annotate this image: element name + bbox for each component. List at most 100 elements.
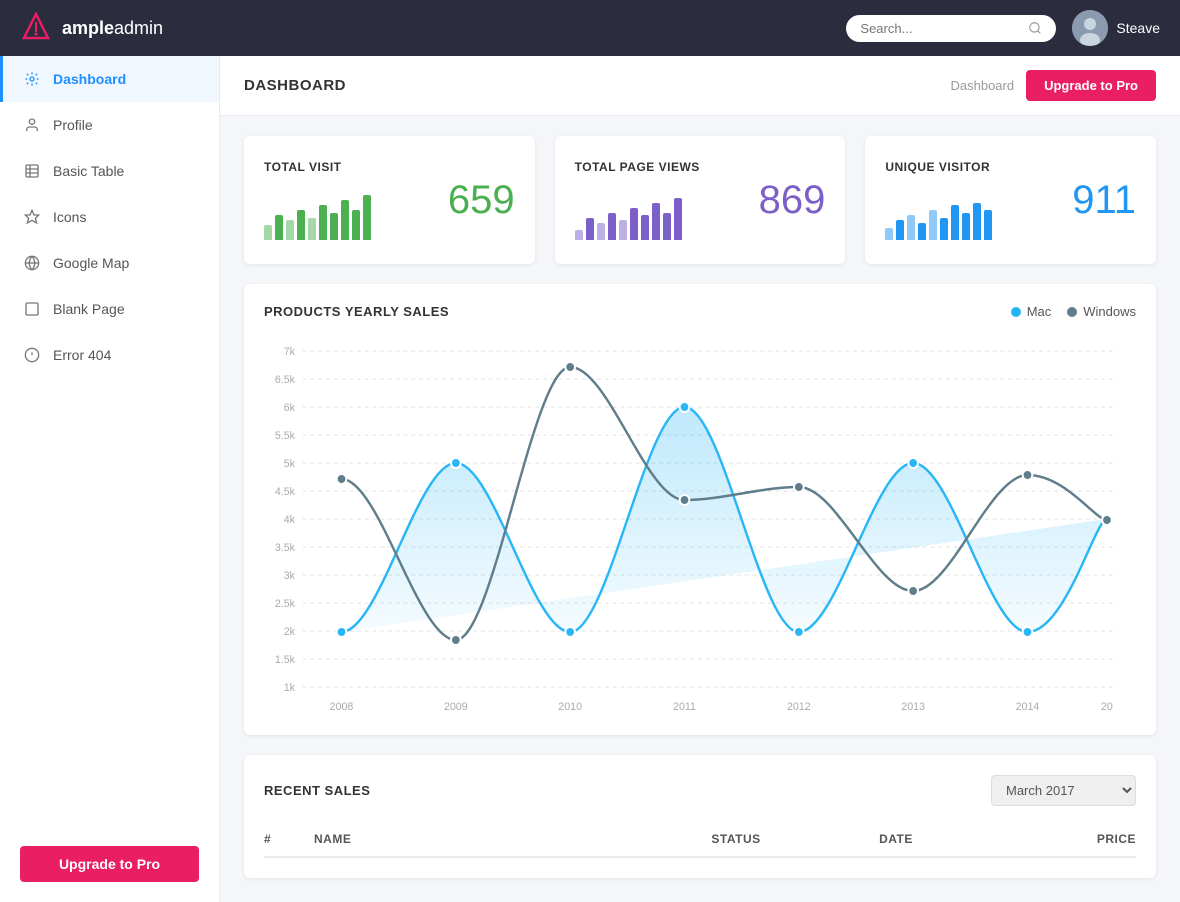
app-header: ampleadmin Steave xyxy=(0,0,1180,56)
mini-bar xyxy=(330,213,338,241)
mini-bar xyxy=(319,205,327,240)
table-icon xyxy=(23,162,41,180)
mini-bar xyxy=(608,213,616,241)
sidebar-upgrade-area: Upgrade to Pro xyxy=(0,826,219,902)
breadcrumb: Dashboard xyxy=(950,78,1014,93)
sidebar-label-profile: Profile xyxy=(53,117,93,133)
mini-bar xyxy=(586,218,594,241)
content-area: DASHBOARD Dashboard Upgrade to Pro TOTAL… xyxy=(220,56,1180,902)
breadcrumb-area: Dashboard Upgrade to Pro xyxy=(950,70,1156,101)
stat-left-visitor: UNIQUE VISITOR xyxy=(885,160,992,240)
sidebar-item-basic-table[interactable]: Basic Table xyxy=(0,148,219,194)
stat-label-visit: TOTAL VISIT xyxy=(264,160,371,174)
mini-bar xyxy=(918,223,926,241)
mini-bar xyxy=(286,220,294,240)
sidebar-item-icons[interactable]: Icons xyxy=(0,194,219,240)
stat-value-visit: 659 xyxy=(448,178,515,223)
svg-text:6.5k: 6.5k xyxy=(275,374,296,386)
page-header: DASHBOARD Dashboard Upgrade to Pro xyxy=(220,56,1180,116)
mini-bar xyxy=(984,210,992,240)
mini-bar xyxy=(341,200,349,240)
avatar xyxy=(1072,10,1108,46)
col-header-price: PRICE xyxy=(976,832,1136,846)
month-select[interactable]: January 2017 February 2017 March 2017 Ap… xyxy=(991,775,1136,806)
header-right: Steave xyxy=(846,10,1160,46)
mini-bar xyxy=(264,225,272,240)
mini-bar xyxy=(929,210,937,240)
svg-text:7k: 7k xyxy=(284,346,296,358)
col-header-date: DATE xyxy=(816,832,976,846)
sales-chart: 7k 6.5k 6k 5.5k 5k 4.5k 4k 3.5k 3k 2.5k … xyxy=(264,335,1136,715)
svg-text:1.5k: 1.5k xyxy=(275,654,296,666)
sidebar-item-profile[interactable]: Profile xyxy=(0,102,219,148)
svg-text:6k: 6k xyxy=(284,402,296,414)
map-icon xyxy=(23,254,41,272)
sidebar-item-blank-page[interactable]: Blank Page xyxy=(0,286,219,332)
stat-card-total-visit: TOTAL VISIT 659 xyxy=(244,136,535,264)
mini-bar xyxy=(575,230,583,240)
table-header: # NAME STATUS DATE PRICE xyxy=(264,822,1136,858)
col-header-name: NAME xyxy=(314,832,656,846)
stat-value-visitor: 911 xyxy=(1072,178,1136,223)
mini-bar xyxy=(907,215,915,240)
legend-label-mac: Mac xyxy=(1027,304,1052,319)
sidebar-label-basic-table: Basic Table xyxy=(53,163,124,179)
logo-area: ampleadmin xyxy=(20,12,163,44)
stat-card-page-views: TOTAL PAGE VIEWS 869 xyxy=(555,136,846,264)
legend-windows: Windows xyxy=(1067,304,1136,319)
sidebar-label-error-404: Error 404 xyxy=(53,347,111,363)
legend-dot-windows xyxy=(1067,307,1077,317)
sidebar-label-google-map: Google Map xyxy=(53,255,129,271)
svg-text:2014: 2014 xyxy=(1016,701,1040,713)
mini-bar xyxy=(973,203,981,241)
main-layout: Dashboard Profile Basic Table xyxy=(0,56,1180,902)
search-icon xyxy=(1028,21,1042,35)
mini-bar xyxy=(308,218,316,241)
blank-icon xyxy=(23,300,41,318)
svg-text:2009: 2009 xyxy=(444,701,468,713)
sidebar-upgrade-button[interactable]: Upgrade to Pro xyxy=(20,846,199,882)
chart-container: 7k 6.5k 6k 5.5k 5k 4.5k 4k 3.5k 3k 2.5k … xyxy=(264,335,1136,715)
recent-sales-header: RECENT SALES January 2017 February 2017 … xyxy=(264,775,1136,806)
svg-text:2010: 2010 xyxy=(558,701,582,713)
chart-section: PRODUCTS YEARLY SALES Mac Windows xyxy=(244,284,1156,735)
mini-bar xyxy=(674,198,682,241)
stat-label-visitor: UNIQUE VISITOR xyxy=(885,160,992,174)
svg-text:2012: 2012 xyxy=(787,701,811,713)
search-box[interactable] xyxy=(846,15,1056,42)
sidebar-label-icons: Icons xyxy=(53,209,86,225)
mini-bars-views xyxy=(575,190,700,240)
svg-text:2011: 2011 xyxy=(673,701,696,713)
svg-text:1k: 1k xyxy=(284,682,296,694)
mini-bars-visit xyxy=(264,190,371,240)
mini-bar xyxy=(641,215,649,240)
error-icon xyxy=(23,346,41,364)
sidebar-item-error-404[interactable]: Error 404 xyxy=(0,332,219,378)
page-title: DASHBOARD xyxy=(244,77,346,94)
sidebar-label-dashboard: Dashboard xyxy=(53,71,126,87)
sidebar-item-google-map[interactable]: Google Map xyxy=(0,240,219,286)
svg-text:5.5k: 5.5k xyxy=(275,430,296,442)
sidebar-item-dashboard[interactable]: Dashboard xyxy=(0,56,219,102)
svg-text:20: 20 xyxy=(1101,701,1113,713)
stat-left-visit: TOTAL VISIT xyxy=(264,160,371,240)
search-input[interactable] xyxy=(860,21,1020,36)
legend-mac: Mac xyxy=(1011,304,1052,319)
col-header-status: STATUS xyxy=(656,832,816,846)
stat-label-views: TOTAL PAGE VIEWS xyxy=(575,160,700,174)
mini-bars-visitor xyxy=(885,190,992,240)
mini-bar xyxy=(619,220,627,240)
recent-sales-title: RECENT SALES xyxy=(264,783,370,798)
mini-bar xyxy=(275,215,283,240)
header-upgrade-button[interactable]: Upgrade to Pro xyxy=(1026,70,1156,101)
svg-text:5k: 5k xyxy=(284,458,296,470)
mini-bar xyxy=(951,205,959,240)
mini-bar xyxy=(652,203,660,241)
svg-text:3.5k: 3.5k xyxy=(275,542,296,554)
sidebar-label-blank-page: Blank Page xyxy=(53,301,125,317)
mini-bar xyxy=(630,208,638,241)
mini-bar xyxy=(940,218,948,241)
mini-bar xyxy=(962,213,970,241)
mini-bar xyxy=(663,213,671,241)
svg-text:4.5k: 4.5k xyxy=(275,486,296,498)
